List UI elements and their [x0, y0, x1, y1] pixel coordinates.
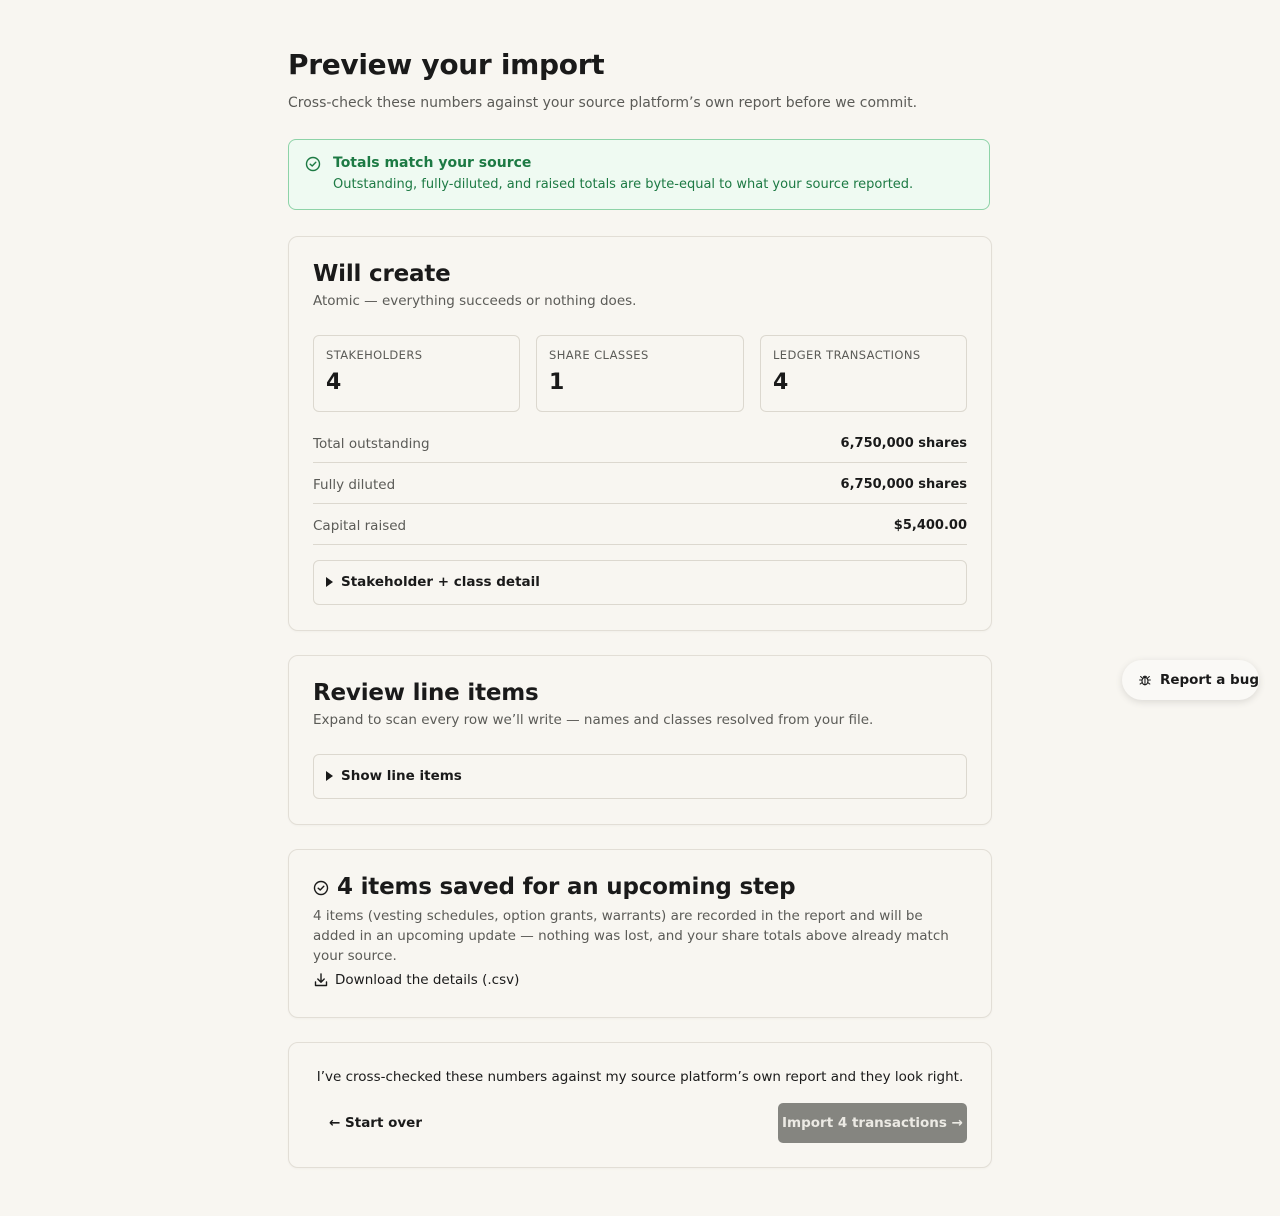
- stat-label: LEDGER TRANSACTIONS: [773, 348, 921, 362]
- will-create-subtitle: Atomic — everything succeeds or nothing …: [313, 293, 637, 309]
- summary-row-fully-diluted: Fully diluted 6,750,000 shares: [313, 477, 967, 504]
- import-transactions-button[interactable]: Import 4 transactions →: [778, 1103, 967, 1143]
- download-icon: [314, 973, 328, 987]
- download-csv-link[interactable]: Download the details (.csv): [313, 970, 519, 990]
- stat-label: SHARE CLASSES: [549, 348, 649, 362]
- summary-row-capital-raised: Capital raised $5,400.00: [313, 518, 967, 545]
- stat-value: 4: [326, 370, 342, 395]
- saved-title: 4 items saved for an upcoming step: [337, 874, 796, 900]
- stat-ledger-transactions: LEDGER TRANSACTIONS 4: [760, 335, 967, 412]
- saved-items-card: 4 items saved for an upcoming step 4 ite…: [288, 849, 992, 1018]
- stat-share-classes: SHARE CLASSES 1: [536, 335, 744, 412]
- show-line-items-toggle[interactable]: Show line items: [313, 754, 967, 799]
- summary-value: $5,400.00: [893, 518, 967, 533]
- summary-label: Total outstanding: [313, 436, 430, 452]
- triangle-right-icon: [326, 771, 333, 781]
- triangle-right-icon: [326, 577, 333, 587]
- summary-value: 6,750,000 shares: [840, 436, 967, 451]
- confirm-card: I’ve cross-checked these numbers against…: [288, 1042, 992, 1168]
- confirm-statement: I’ve cross-checked these numbers against…: [316, 1069, 964, 1085]
- will-create-title: Will create: [313, 261, 451, 287]
- summary-label: Fully diluted: [313, 477, 396, 493]
- stat-value: 1: [549, 370, 565, 395]
- stakeholder-detail-toggle[interactable]: Stakeholder + class detail: [313, 560, 967, 605]
- summary-row-outstanding: Total outstanding 6,750,000 shares: [313, 436, 967, 463]
- stat-value: 4: [773, 370, 789, 395]
- page-subtitle: Cross-check these numbers against your s…: [288, 95, 918, 111]
- report-bug-label: Report a bug: [1159, 672, 1259, 688]
- review-title: Review line items: [313, 680, 539, 706]
- report-bug-button[interactable]: Report a bug: [1122, 660, 1259, 700]
- review-line-items-card: Review line items Expand to scan every r…: [288, 655, 992, 825]
- banner-title: Totals match your source: [333, 155, 532, 171]
- review-subtitle: Expand to scan every row we’ll write — n…: [313, 712, 874, 728]
- bug-icon: [1139, 675, 1151, 686]
- summary-value: 6,750,000 shares: [840, 477, 967, 492]
- page-title: Preview your import: [288, 48, 605, 81]
- totals-match-banner: Totals match your source Outstanding, fu…: [288, 139, 990, 210]
- toggle-label: Show line items: [341, 768, 462, 784]
- summary-label: Capital raised: [313, 518, 407, 534]
- toggle-label: Stakeholder + class detail: [341, 574, 540, 590]
- check-circle-icon: [305, 156, 321, 172]
- banner-description: Outstanding, fully-diluted, and raised t…: [333, 177, 914, 192]
- stat-label: STAKEHOLDERS: [326, 348, 423, 362]
- download-label: Download the details (.csv): [335, 972, 520, 988]
- will-create-card: Will create Atomic — everything succeeds…: [288, 236, 992, 631]
- saved-description: 4 items (vesting schedules, option grant…: [313, 908, 949, 964]
- start-over-button[interactable]: ← Start over: [329, 1115, 422, 1131]
- stat-stakeholders: STAKEHOLDERS 4: [313, 335, 520, 412]
- check-circle-icon: [313, 880, 329, 896]
